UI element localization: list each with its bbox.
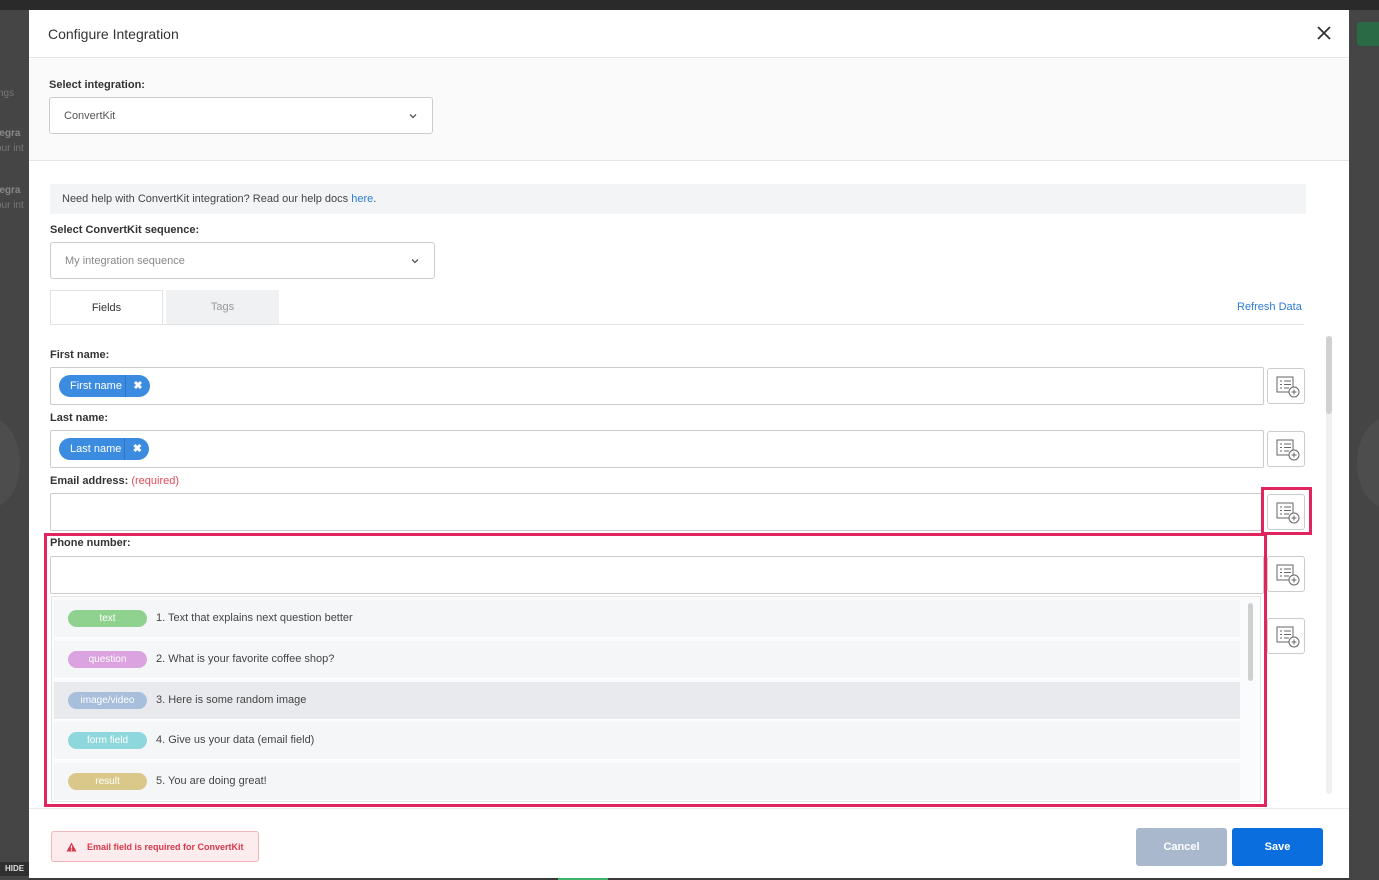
bg-text: tegra <box>0 185 21 196</box>
warning-icon <box>66 842 77 852</box>
insert-variable-button[interactable] <box>1267 556 1305 592</box>
sequence-select[interactable]: My integration sequence <box>50 242 435 279</box>
hide-label[interactable]: HIDE <box>0 862 29 876</box>
chevron-down-icon <box>411 259 419 264</box>
help-text: Need help with ConvertKit integration? R… <box>62 193 376 205</box>
list-add-icon <box>1276 439 1300 461</box>
modal-footer: Email field is required for ConvertKit C… <box>29 808 1349 878</box>
help-text-suffix: . <box>373 193 377 205</box>
bg-circle <box>0 418 20 508</box>
sequence-placeholder: My integration sequence <box>65 255 185 267</box>
integration-select[interactable]: ConvertKit <box>49 97 433 134</box>
background-right-panel <box>1349 10 1379 880</box>
error-alert-text: Email field is required for ConvertKit <box>87 842 244 852</box>
first-name-field[interactable]: First name ✖ <box>50 367 1264 405</box>
email-label: Email address: (required) <box>50 475 179 487</box>
last-name-field[interactable]: Last name ✖ <box>50 430 1264 468</box>
tab-divider <box>50 324 1304 325</box>
tab-tags[interactable]: Tags <box>166 290 279 325</box>
modal-header: Configure Integration <box>29 10 1349 58</box>
chip-label: First name <box>70 380 122 392</box>
bg-circle <box>1357 418 1379 508</box>
fields-scrollbar-thumb[interactable] <box>1326 336 1332 414</box>
highlight-box <box>1261 487 1312 535</box>
tab-fields[interactable]: Fields <box>50 290 163 325</box>
help-banner: Need help with ConvertKit integration? R… <box>50 184 1306 214</box>
list-add-icon <box>1276 626 1300 648</box>
chip-label: Last name <box>70 443 122 455</box>
insert-variable-button[interactable] <box>1267 618 1305 654</box>
remove-chip-icon[interactable]: ✖ <box>124 375 150 397</box>
last-name-label: Last name: <box>50 412 109 424</box>
configure-integration-modal: Configure Integration Select integration… <box>29 10 1349 878</box>
email-label-text: Email address: <box>50 475 129 487</box>
list-add-icon <box>1276 376 1300 398</box>
email-field[interactable] <box>50 493 1264 531</box>
required-indicator: (required) <box>131 475 180 487</box>
close-icon[interactable] <box>1315 24 1333 42</box>
bg-text: our int <box>0 143 24 154</box>
integration-section: Select integration: ConvertKit <box>29 59 1349 161</box>
integration-label: Select integration: <box>49 79 145 91</box>
background-topbar <box>0 0 1379 10</box>
help-text-main: Need help with ConvertKit integration? R… <box>62 193 352 205</box>
refresh-data-link[interactable]: Refresh Data <box>1237 301 1302 313</box>
last-name-chip: Last name ✖ <box>59 438 150 460</box>
insert-variable-button[interactable] <box>1267 368 1305 404</box>
modal-title: Configure Integration <box>48 26 179 42</box>
bg-text: ngs <box>0 88 15 99</box>
chevron-down-icon <box>409 114 417 119</box>
first-name-chip: First name ✖ <box>59 375 150 397</box>
save-button[interactable]: Save <box>1232 828 1323 866</box>
help-docs-link[interactable]: here <box>351 193 373 205</box>
bg-text: our int <box>0 200 24 211</box>
list-add-icon <box>1276 564 1300 586</box>
bg-green-button <box>1357 22 1379 46</box>
cancel-button[interactable]: Cancel <box>1136 828 1227 866</box>
integration-value: ConvertKit <box>64 110 116 122</box>
insert-variable-button[interactable] <box>1267 431 1305 467</box>
first-name-label: First name: <box>50 349 110 361</box>
highlight-box <box>44 533 1267 807</box>
background-left-panel: ngs tegra our int tegra our int <box>0 10 29 880</box>
bg-text: tegra <box>0 128 21 139</box>
remove-chip-icon[interactable]: ✖ <box>124 438 149 460</box>
error-alert: Email field is required for ConvertKit <box>51 831 259 862</box>
sequence-label: Select ConvertKit sequence: <box>50 224 200 236</box>
